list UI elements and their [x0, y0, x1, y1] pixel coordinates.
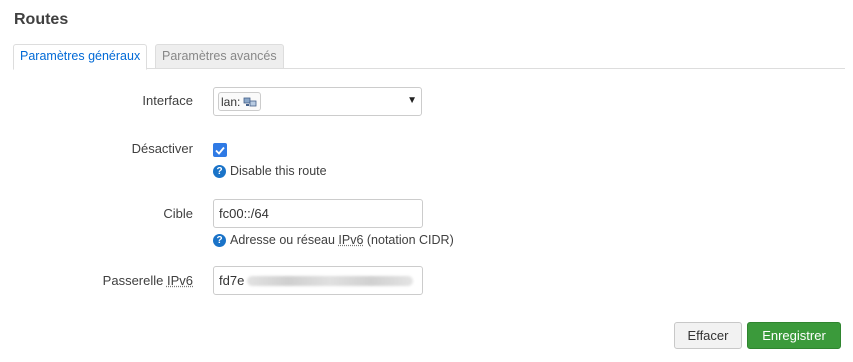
disable-help-text: Disable this route: [230, 164, 327, 178]
target-help-text: Adresse ou réseau IPv6 (notation CIDR): [230, 233, 454, 247]
help-icon: ?: [213, 233, 226, 247]
disable-label: Désactiver: [131, 141, 193, 156]
interface-value-pill: lan:: [218, 92, 262, 111]
gateway-label-abbr: IPv6: [166, 273, 193, 288]
disable-checkbox[interactable]: [213, 143, 227, 157]
network-icon: [243, 96, 257, 108]
reset-button[interactable]: Effacer: [674, 322, 742, 349]
target-help-suffix: (notation CIDR): [363, 233, 454, 247]
help-icon: ?: [213, 164, 226, 178]
target-value: fc00::/64: [219, 206, 269, 221]
gateway-label: Passerelle IPv6: [103, 273, 193, 288]
gateway-label-prefix: Passerelle: [102, 273, 167, 288]
interface-label: Interface: [142, 93, 193, 108]
target-help-abbr: IPv6: [338, 233, 364, 247]
save-button[interactable]: Enregistrer: [747, 322, 841, 349]
checkmark-icon: [215, 146, 225, 155]
tab-bar: Paramètres généraux Paramètres avancés: [13, 44, 845, 70]
target-help: ? Adresse ou réseau IPv6 (notation CIDR): [213, 233, 454, 247]
interface-select[interactable]: lan: ▼: [213, 87, 422, 116]
interface-value: lan:: [221, 94, 241, 109]
target-label: Cible: [163, 206, 193, 221]
gateway-value: fd7e: [219, 273, 245, 288]
redacted-blur: [247, 275, 414, 286]
target-help-prefix: Adresse ou réseau: [230, 233, 339, 247]
disable-help: ? Disable this route: [213, 164, 327, 178]
tab-general-settings[interactable]: Paramètres généraux: [13, 44, 148, 70]
gateway-input[interactable]: fd7e: [213, 266, 423, 295]
chevron-down-icon: ▼: [407, 95, 417, 106]
target-input[interactable]: fc00::/64: [213, 199, 423, 228]
page-title: Routes: [14, 11, 69, 28]
tab-advanced-settings[interactable]: Paramètres avancés: [155, 44, 284, 69]
